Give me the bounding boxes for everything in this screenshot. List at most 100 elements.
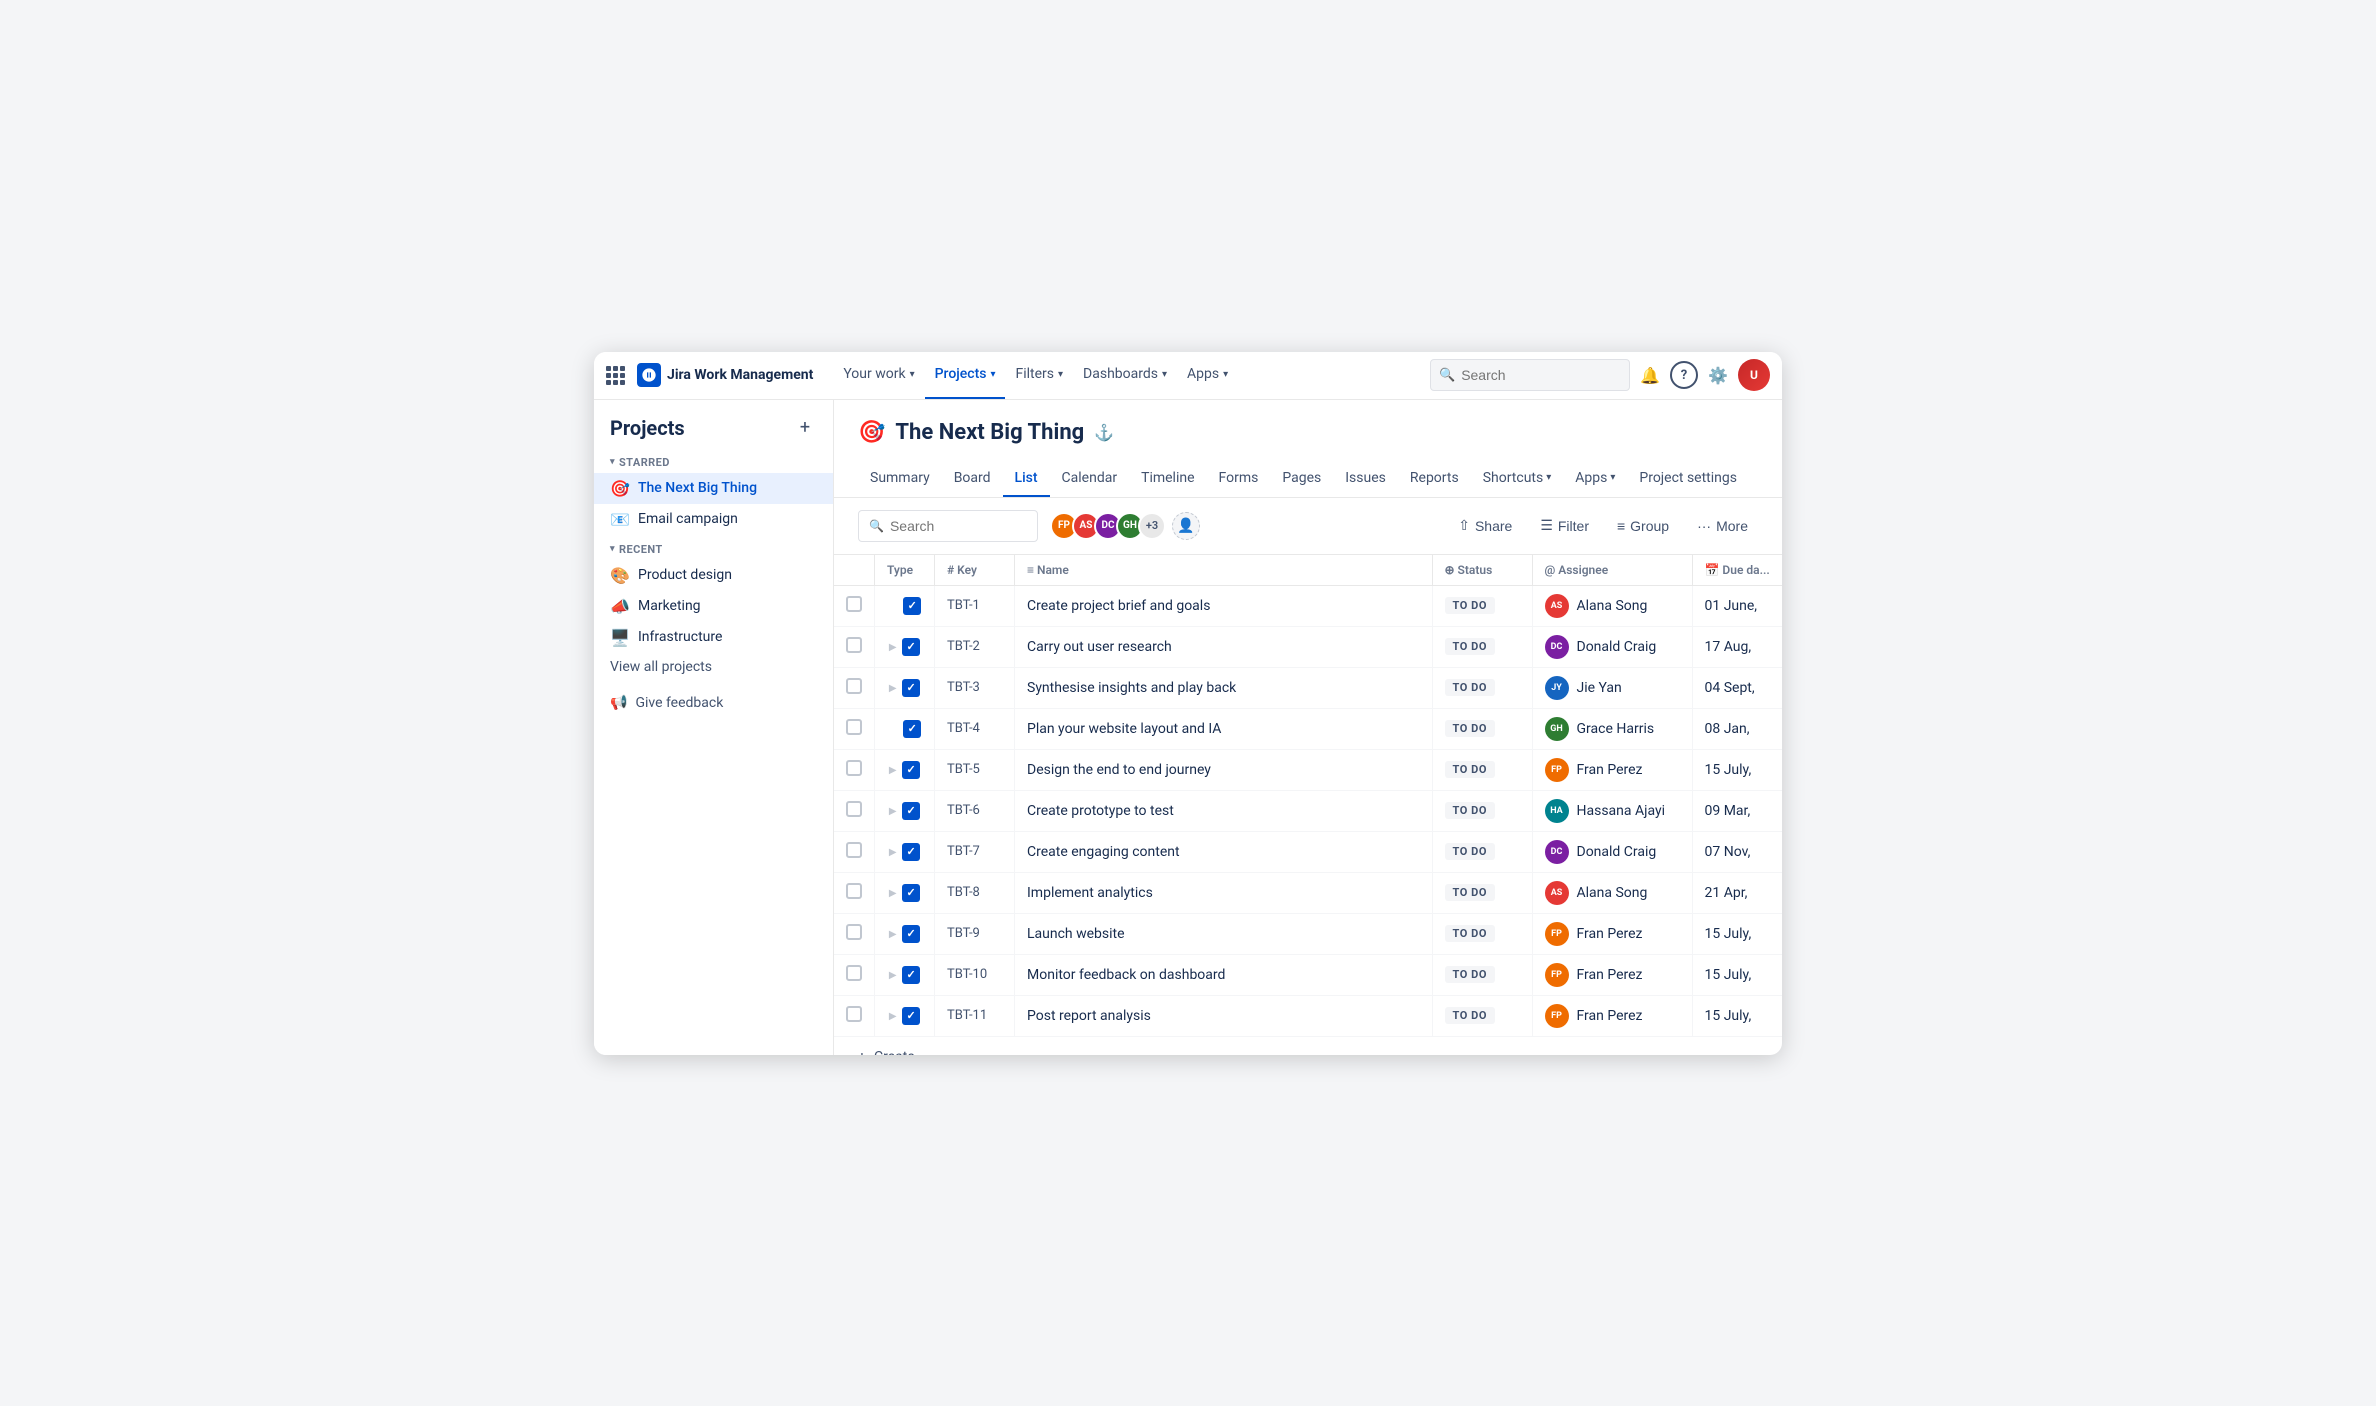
list-search[interactable]: 🔍 (858, 510, 1038, 542)
help-icon[interactable]: ? (1670, 361, 1698, 389)
star-icon[interactable]: ⚓ (1094, 423, 1114, 442)
avatar-count[interactable]: +3 (1138, 512, 1166, 540)
tab-list[interactable]: List (1003, 461, 1050, 497)
tab-pages[interactable]: Pages (1270, 461, 1333, 497)
assignee-avatar[interactable]: DC (1545, 635, 1569, 659)
add-assignee-button[interactable]: 👤 (1172, 512, 1200, 540)
expand-arrow-icon[interactable]: ▶ (889, 970, 897, 981)
nav-filters[interactable]: Filters ▾ (1005, 352, 1073, 400)
search-input[interactable] (1461, 367, 1621, 383)
row-key-cell[interactable]: TBT-5 (935, 749, 1015, 790)
status-badge[interactable]: TO DO (1445, 925, 1495, 942)
assignee-avatar[interactable]: FP (1545, 1004, 1569, 1028)
row-status-cell[interactable]: TO DO (1432, 995, 1532, 1036)
row-checkbox-cell[interactable] (834, 585, 875, 626)
filter-button[interactable]: ☰ Filter (1530, 510, 1599, 542)
status-badge[interactable]: TO DO (1445, 720, 1495, 737)
row-assignee-cell[interactable]: FP Fran Perez (1532, 995, 1692, 1036)
row-key-cell[interactable]: TBT-3 (935, 667, 1015, 708)
task-type-checkbox[interactable]: ✓ (902, 679, 920, 697)
status-badge[interactable]: TO DO (1445, 966, 1495, 983)
status-badge[interactable]: TO DO (1445, 1007, 1495, 1024)
app-logo[interactable]: Jira Work Management (637, 363, 813, 387)
row-checkbox[interactable] (846, 637, 862, 653)
row-checkbox[interactable] (846, 596, 862, 612)
row-key-cell[interactable]: TBT-2 (935, 626, 1015, 667)
tab-issues[interactable]: Issues (1333, 461, 1398, 497)
task-type-checkbox[interactable]: ✓ (902, 966, 920, 984)
row-key-cell[interactable]: TBT-8 (935, 872, 1015, 913)
tab-shortcuts[interactable]: Shortcuts ▾ (1471, 461, 1564, 497)
col-status-header[interactable]: ⊕ Status (1432, 555, 1532, 586)
row-assignee-cell[interactable]: FP Fran Perez (1532, 913, 1692, 954)
col-name-header[interactable]: ≡ Name (1015, 555, 1433, 586)
status-badge[interactable]: TO DO (1445, 597, 1495, 614)
row-status-cell[interactable]: TO DO (1432, 708, 1532, 749)
row-status-cell[interactable]: TO DO (1432, 913, 1532, 954)
nav-dashboards[interactable]: Dashboards ▾ (1073, 352, 1177, 400)
user-avatar[interactable]: U (1738, 359, 1770, 391)
col-key-header[interactable]: # Key (935, 555, 1015, 586)
give-feedback-button[interactable]: 📢 Give feedback (594, 689, 833, 717)
assignee-avatar[interactable]: AS (1545, 594, 1569, 618)
row-key-cell[interactable]: TBT-10 (935, 954, 1015, 995)
assignee-avatar[interactable]: GH (1545, 717, 1569, 741)
task-type-checkbox[interactable]: ✓ (902, 802, 920, 820)
expand-arrow-icon[interactable]: ▶ (889, 642, 897, 653)
row-checkbox[interactable] (846, 719, 862, 735)
nav-your-work[interactable]: Your work ▾ (833, 352, 924, 400)
tab-summary[interactable]: Summary (858, 461, 942, 497)
global-search[interactable]: 🔍 (1430, 359, 1630, 391)
row-name-cell[interactable]: Launch website (1015, 913, 1433, 954)
nav-apps[interactable]: Apps ▾ (1177, 352, 1238, 400)
starred-group-label[interactable]: ▾ STARRED (594, 448, 833, 473)
status-badge[interactable]: TO DO (1445, 638, 1495, 655)
expand-arrow-icon[interactable]: ▶ (889, 806, 897, 817)
row-key-cell[interactable]: TBT-1 (935, 585, 1015, 626)
row-key-cell[interactable]: TBT-9 (935, 913, 1015, 954)
task-type-checkbox[interactable]: ✓ (903, 597, 921, 615)
create-task-button[interactable]: + Create (834, 1037, 1782, 1055)
tab-apps[interactable]: Apps ▾ (1563, 461, 1627, 497)
add-project-button[interactable]: + (793, 416, 817, 440)
task-type-checkbox[interactable]: ✓ (902, 925, 920, 943)
task-type-checkbox[interactable]: ✓ (902, 884, 920, 902)
group-button[interactable]: ≡ Group (1607, 510, 1679, 542)
row-status-cell[interactable]: TO DO (1432, 749, 1532, 790)
recent-group-label[interactable]: ▾ RECENT (594, 535, 833, 560)
row-checkbox[interactable] (846, 965, 862, 981)
row-key-cell[interactable]: TBT-11 (935, 995, 1015, 1036)
status-badge[interactable]: TO DO (1445, 884, 1495, 901)
view-all-projects-link[interactable]: View all projects (594, 653, 833, 681)
task-type-checkbox[interactable]: ✓ (903, 720, 921, 738)
task-type-checkbox[interactable]: ✓ (902, 638, 920, 656)
row-checkbox-cell[interactable] (834, 667, 875, 708)
row-checkbox-cell[interactable] (834, 872, 875, 913)
expand-arrow-icon[interactable]: ▶ (889, 888, 897, 899)
row-assignee-cell[interactable]: DC Donald Craig (1532, 831, 1692, 872)
row-assignee-cell[interactable]: AS Alana Song (1532, 585, 1692, 626)
row-name-cell[interactable]: Monitor feedback on dashboard (1015, 954, 1433, 995)
expand-arrow-icon[interactable]: ▶ (889, 1011, 897, 1022)
col-assignee-header[interactable]: @ Assignee (1532, 555, 1692, 586)
col-due-header[interactable]: 📅 Due da... (1692, 555, 1782, 586)
row-name-cell[interactable]: Synthesise insights and play back (1015, 667, 1433, 708)
row-assignee-cell[interactable]: AS Alana Song (1532, 872, 1692, 913)
sidebar-item-product-design[interactable]: 🎨 Product design (594, 560, 833, 591)
row-checkbox[interactable] (846, 883, 862, 899)
row-checkbox[interactable] (846, 760, 862, 776)
assignee-avatar[interactable]: DC (1545, 840, 1569, 864)
assignee-avatar[interactable]: FP (1545, 758, 1569, 782)
row-checkbox-cell[interactable] (834, 749, 875, 790)
row-checkbox-cell[interactable] (834, 831, 875, 872)
row-name-cell[interactable]: Implement analytics (1015, 872, 1433, 913)
assignee-avatar[interactable]: HA (1545, 799, 1569, 823)
col-type-header[interactable]: Type (875, 555, 935, 586)
notifications-icon[interactable]: 🔔 (1634, 359, 1666, 391)
row-checkbox[interactable] (846, 678, 862, 694)
tab-reports[interactable]: Reports (1398, 461, 1471, 497)
row-checkbox[interactable] (846, 801, 862, 817)
tab-board[interactable]: Board (942, 461, 1003, 497)
tab-forms[interactable]: Forms (1207, 461, 1271, 497)
row-checkbox-cell[interactable] (834, 708, 875, 749)
